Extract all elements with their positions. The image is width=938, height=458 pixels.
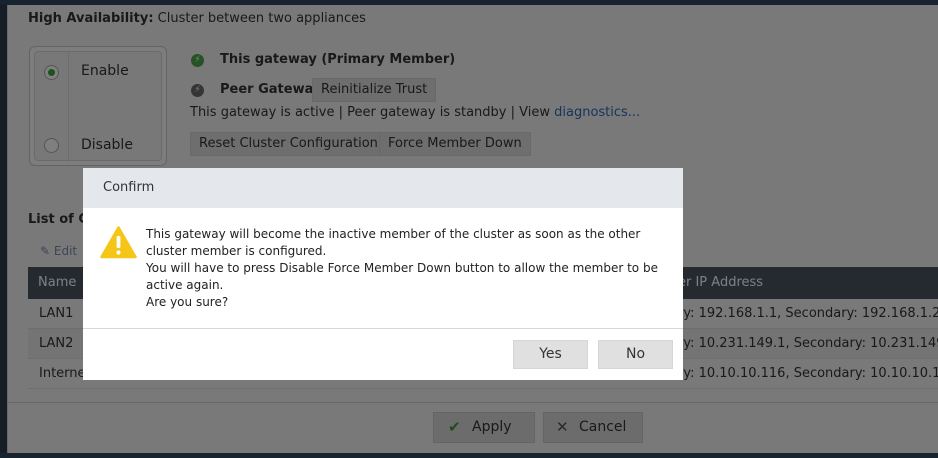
dialog-message-line: active again. — [146, 278, 224, 292]
dialog-message-line: Are you sure? — [146, 295, 229, 309]
dialog-message-line: cluster member is configured. — [146, 244, 327, 258]
dialog-message: This gateway will become the inactive me… — [146, 226, 676, 311]
no-button[interactable]: No — [598, 340, 673, 369]
dialog-message-line: This gateway will become the inactive me… — [146, 227, 641, 241]
warning-icon — [100, 226, 137, 263]
dialog-title: Confirm — [83, 168, 683, 208]
dialog-message-line: You will have to press Disable Force Mem… — [146, 261, 658, 275]
yes-button[interactable]: Yes — [513, 340, 588, 369]
confirm-dialog: Confirm This gateway will become the ina… — [83, 168, 683, 380]
